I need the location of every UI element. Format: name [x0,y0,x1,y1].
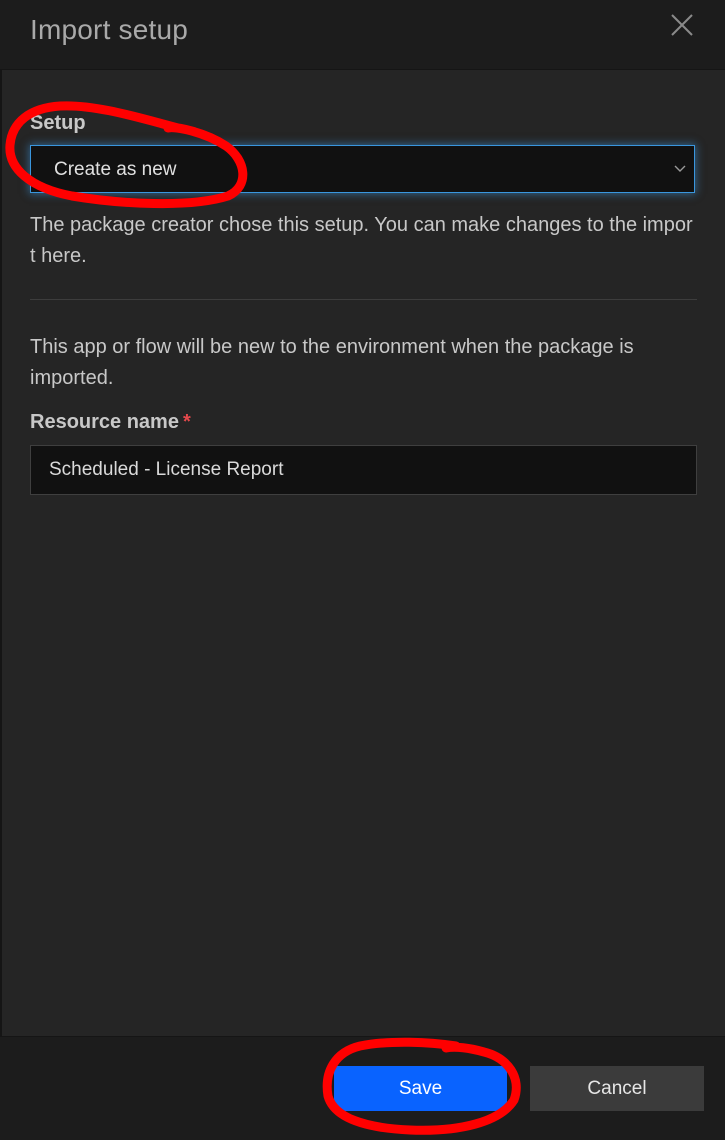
import-setup-panel: Import setup Setup Create as new The pac… [0,0,725,1140]
setup-help-text: The package creator chose this setup. Yo… [30,214,693,267]
resource-name-label: Resource name * [30,411,191,434]
info-text: This app or flow will be new to the envi… [30,336,634,389]
chevron-down-icon [674,165,686,172]
panel-left-edge [0,0,2,1139]
dialog-header: Import setup [0,0,725,70]
setup-label: Setup [30,112,86,134]
setup-dropdown-value: Create as new [54,159,177,180]
save-button[interactable]: Save [334,1066,507,1111]
required-indicator: * [182,411,191,433]
dialog-title: Import setup [30,14,189,45]
resource-name-input[interactable] [30,445,697,495]
close-icon[interactable] [670,13,694,37]
cancel-button[interactable]: Cancel [530,1066,704,1111]
section-divider [30,299,697,300]
setup-dropdown[interactable]: Create as new [30,145,695,193]
resource-name-label-text: Resource name [30,411,179,433]
